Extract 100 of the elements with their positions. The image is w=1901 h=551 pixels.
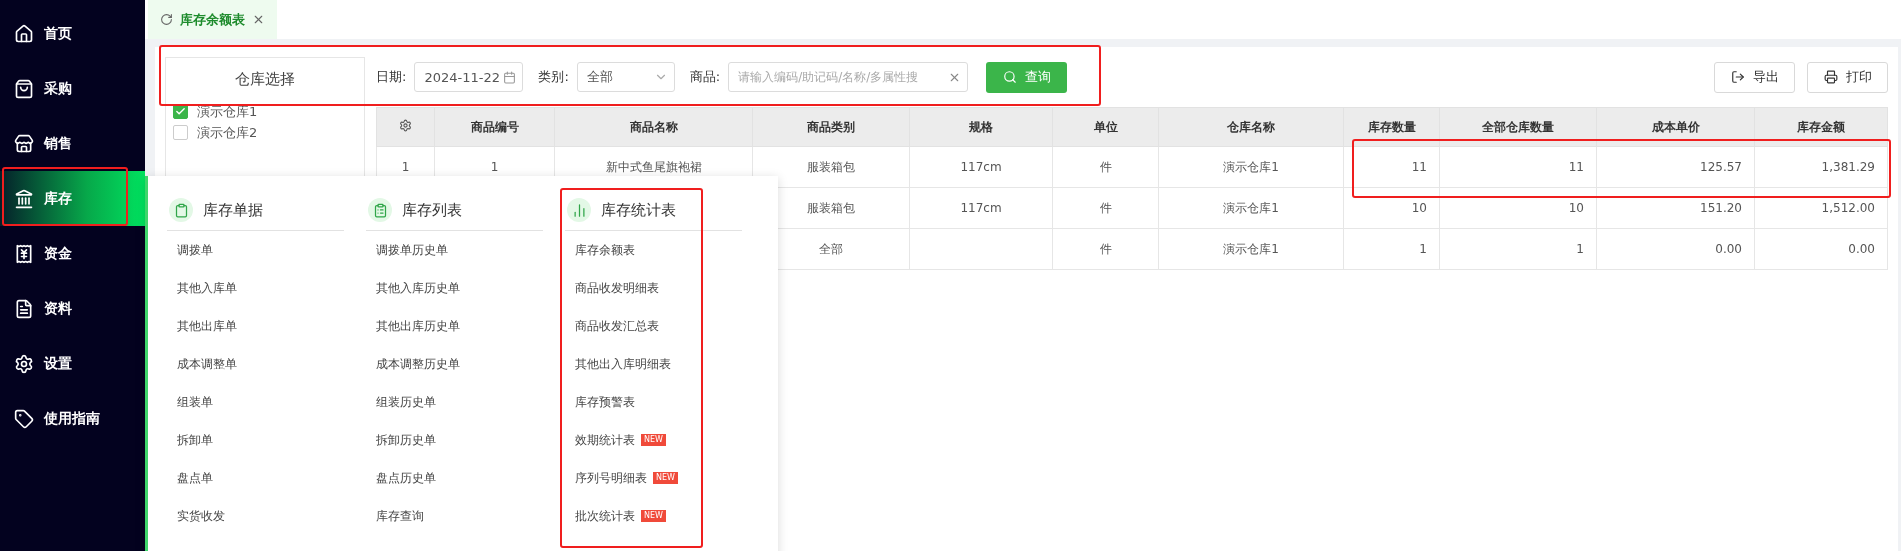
calendar-icon	[503, 70, 517, 84]
search-icon	[1002, 70, 1017, 84]
column-header: 全部仓库数量	[1439, 107, 1597, 147]
tag-icon	[14, 408, 34, 429]
table-cell: 125.57	[1596, 146, 1755, 188]
sidebar-item[interactable]: 采购	[0, 61, 145, 116]
table-cell: 11	[1439, 146, 1597, 188]
menu-item[interactable]: 库存查询	[376, 507, 424, 525]
document-icon	[14, 298, 34, 319]
checkbox[interactable]	[173, 125, 188, 140]
menu-item[interactable]: 盘点单	[177, 469, 213, 487]
menu-item[interactable]: 调拨单历史单	[376, 241, 448, 259]
menu-item[interactable]: 其他出库单	[177, 317, 237, 335]
new-badge: NEW	[641, 434, 666, 446]
sidebar-item[interactable]: 使用指南	[0, 391, 145, 446]
bag-icon	[14, 78, 34, 99]
table-cell: 11	[1343, 146, 1440, 188]
sidebar-item[interactable]: 资料	[0, 281, 145, 336]
table-cell: 1	[1343, 228, 1440, 270]
sidebar-item[interactable]: 首页	[0, 6, 145, 61]
menu-item[interactable]: 效期统计表	[575, 431, 635, 449]
menu-item[interactable]: 商品收发汇总表	[575, 317, 659, 335]
home-icon	[14, 23, 34, 44]
column-header: 单位	[1052, 107, 1159, 147]
section-title: 库存列表	[402, 200, 462, 220]
sidebar-item[interactable]: 资金	[0, 226, 145, 281]
table-cell: 件	[1052, 146, 1159, 188]
export-button[interactable]: 导出	[1714, 61, 1795, 93]
settings-header[interactable]	[376, 107, 435, 147]
menu-item[interactable]: 序列号明细表	[575, 469, 647, 487]
check-icon	[175, 106, 186, 117]
refresh-icon[interactable]	[160, 13, 173, 26]
bar-chart-icon	[567, 198, 591, 222]
table-cell: 117cm	[909, 187, 1053, 229]
column-header: 商品编号	[434, 107, 555, 147]
category-select[interactable]: 全部	[576, 62, 675, 92]
table-cell: 0.00	[1596, 228, 1755, 270]
menu-item[interactable]: 拆卸单	[177, 431, 213, 449]
menu-item[interactable]: 盘点历史单	[376, 469, 436, 487]
menu-item[interactable]: 库存预警表	[575, 393, 635, 411]
panel-title: 仓库选择	[234, 69, 296, 90]
menu-item[interactable]: 组装历史单	[376, 393, 436, 411]
search-field[interactable]: 请输入编码/助记码/名称/多属性搜	[728, 62, 969, 92]
column-header: 库存金额	[1754, 107, 1888, 147]
column-header: 规格	[909, 107, 1053, 147]
menu-item[interactable]: 实货收发	[177, 507, 225, 525]
new-badge: NEW	[641, 510, 666, 522]
table-cell: 演示仓库1	[1158, 187, 1344, 229]
column-header: 仓库名称	[1158, 107, 1344, 147]
menu-item[interactable]: 其他出库历史单	[376, 317, 460, 335]
column-header: 商品类别	[752, 107, 910, 147]
sidebar-item[interactable]: 设置	[0, 336, 145, 391]
table-cell: 1,381.29	[1754, 146, 1888, 188]
field-label: 商品:	[689, 68, 721, 86]
menu-item[interactable]: 其他入库历史单	[376, 279, 460, 297]
menu-item[interactable]: 组装单	[177, 393, 213, 411]
checkbox-label: 演示仓库2	[197, 123, 258, 142]
table-cell: 0.00	[1754, 228, 1888, 270]
menu-item[interactable]: 调拨单	[177, 241, 213, 259]
menu-item[interactable]: 其他入库单	[177, 279, 237, 297]
menu-item[interactable]: 成本调整单	[177, 355, 237, 373]
print-button[interactable]: 打印	[1807, 61, 1888, 93]
table-cell: 件	[1052, 228, 1159, 270]
column-header: 商品名称	[554, 107, 753, 147]
checkbox-label: 演示仓库1	[197, 102, 258, 121]
store-icon	[14, 133, 34, 154]
sidebar-item[interactable]: 库存	[0, 171, 145, 226]
section-title: 库存统计表	[601, 200, 676, 220]
checklist-icon	[368, 198, 392, 222]
export-icon	[1730, 70, 1745, 84]
date-field[interactable]: 2024-11-22	[414, 62, 524, 92]
table-cell: 演示仓库1	[1158, 146, 1344, 188]
table-cell: 1	[1439, 228, 1597, 270]
clipboard-icon	[169, 198, 193, 222]
menu-item[interactable]: 成本调整历史单	[376, 355, 460, 373]
table-cell: 10	[1343, 187, 1440, 229]
column-header: 库存数量	[1343, 107, 1440, 147]
close-icon[interactable]	[252, 13, 265, 26]
sidebar-item[interactable]: 销售	[0, 116, 145, 171]
settings-icon[interactable]	[399, 119, 412, 132]
table-cell: 117cm	[909, 146, 1053, 188]
table-cell: 件	[1052, 187, 1159, 229]
field-label: 类别:	[538, 68, 569, 86]
bank-icon	[14, 188, 34, 209]
printer-icon	[1823, 70, 1838, 84]
menu-item[interactable]: 拆卸历史单	[376, 431, 436, 449]
table-cell: 10	[1439, 187, 1597, 229]
menu-item[interactable]: 批次统计表	[575, 507, 635, 525]
tab[interactable]: 库存余额表	[148, 0, 277, 39]
field-label: 日期:	[376, 68, 407, 86]
yen-icon	[14, 243, 34, 264]
settings-icon	[14, 353, 34, 374]
menu-item[interactable]: 库存余额表	[575, 241, 635, 259]
new-badge: NEW	[653, 472, 678, 484]
table-cell: 151.20	[1596, 187, 1755, 229]
menu-item[interactable]: 商品收发明细表	[575, 279, 659, 297]
search-input[interactable]: 请输入编码/助记码/名称/多属性搜	[738, 64, 949, 90]
section-title: 库存单据	[203, 200, 263, 220]
column-header: 成本单价	[1596, 107, 1755, 147]
menu-item[interactable]: 其他出入库明细表	[575, 355, 671, 373]
